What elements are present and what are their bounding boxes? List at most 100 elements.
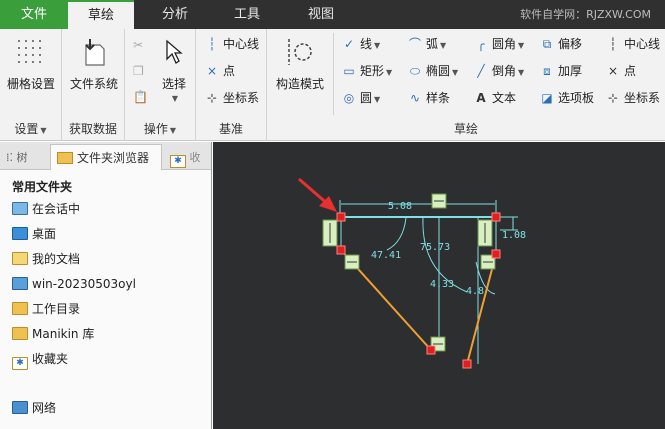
circle-icon: ◎ xyxy=(343,91,355,105)
dimension-text: 5.08 xyxy=(388,201,412,212)
list-item[interactable]: 我的文档 xyxy=(12,249,80,269)
tab-model-tree[interactable]: ⁞⁚ 树 xyxy=(6,144,46,170)
construction-mode-icon xyxy=(283,35,317,69)
spline-icon: ∿ xyxy=(409,91,421,105)
file-system-button[interactable]: 文件系统 xyxy=(64,35,124,92)
menu-bar: 文件 草绘 分析 工具 视图 软件自学网：RJZXW.COM xyxy=(0,0,665,29)
operations-group-label[interactable]: 操作 ▼ xyxy=(125,120,195,137)
line-icon: ✓ xyxy=(343,37,355,51)
dimension-text: 4.8 xyxy=(466,286,484,297)
datum-point-button[interactable]: × 点 xyxy=(204,61,235,81)
datum-group-label: 基准 xyxy=(218,122,243,136)
arc-icon: ⌒ xyxy=(408,37,421,51)
coordinate-system-icon: ⊹ xyxy=(206,91,218,105)
common-folders-title: 常用文件夹 xyxy=(12,180,73,194)
group-operations: ✂ ❐ 📋 选择 ▼ 操作 ▼ xyxy=(125,29,196,141)
tab-favorites[interactable]: ✱ 收 xyxy=(166,144,208,170)
select-button[interactable]: 选择 ▼ xyxy=(155,35,193,103)
settings-group-label[interactable]: 设置 ▼ xyxy=(0,120,61,137)
centerline-icon: ┆ xyxy=(208,37,216,51)
ellipse-button[interactable]: ⬭ 椭圆 ▼ xyxy=(407,61,458,81)
text-icon: A xyxy=(476,91,486,105)
watermark: 软件自学网：RJZXW.COM xyxy=(520,8,651,21)
rectangle-button[interactable]: ▭ 矩形 ▼ xyxy=(341,61,392,81)
circle-button[interactable]: ◎ 圆 ▼ xyxy=(341,88,380,108)
divider xyxy=(333,33,334,115)
folder-browser-icon xyxy=(57,152,73,164)
thicken-button[interactable]: ⧈ 加厚 xyxy=(539,61,582,81)
copy-icon[interactable]: ❐ xyxy=(133,61,144,81)
dimension-text: 1.08 xyxy=(502,230,526,241)
list-item-network[interactable]: 网络 xyxy=(12,398,56,418)
tab-file[interactable]: 文件 xyxy=(0,0,68,29)
cut-icon[interactable]: ✂ xyxy=(133,35,143,55)
get-data-group-label: 获取数据 xyxy=(68,122,117,136)
chamfer-icon: ╱ xyxy=(477,64,485,78)
grid-settings-button[interactable]: 栅格设置 xyxy=(2,35,60,92)
select-label: 选择 xyxy=(161,77,186,91)
thicken-icon: ⧈ xyxy=(543,64,551,78)
dimension-texts[interactable]: 5.08 47.41 75.73 4.33 4.8 1.08 xyxy=(371,201,526,297)
folder-icon xyxy=(12,327,28,340)
monitor-icon xyxy=(12,202,28,215)
file-system-label: 文件系统 xyxy=(69,77,118,91)
list-item[interactable]: 桌面 xyxy=(12,224,56,244)
computer-icon xyxy=(12,277,28,290)
point-icon: × xyxy=(607,64,619,78)
dimension-text: 75.73 xyxy=(420,242,450,253)
fillet-button[interactable]: ╭ 圆角 ▼ xyxy=(473,34,524,54)
rectangle-icon: ▭ xyxy=(343,64,355,78)
sketch-point-button[interactable]: × 点 xyxy=(605,61,636,81)
annotation-arrow xyxy=(298,177,337,212)
group-sketch: 构造模式 ✓ 线 ▼ ▭ 矩形 ▼ ◎ 圆 ▼ ⌒ 弧 ▼ ⬭ 椭圆 ▼ ∿ 样条 ╭ 圆角 ▼ ╱ 倒角 ▼… xyxy=(267,29,665,141)
folder-browser-panel: ⁞⁚ 树 文件夹浏览器 ✱ 收 常用文件夹 在会话中 桌面 我的文档 win-2… xyxy=(0,142,212,429)
list-item[interactable]: ✱ 收藏夹 xyxy=(12,349,68,370)
tab-analysis[interactable]: 分析 xyxy=(142,0,208,29)
spline-button[interactable]: ∿ 样条 xyxy=(407,88,450,108)
offset-button[interactable]: ⧉ 偏移 xyxy=(539,34,582,54)
datum-centerline-button[interactable]: ┆ 中心线 xyxy=(204,34,259,54)
offset-icon: ⧉ xyxy=(542,37,552,51)
coordinate-system-icon: ⊹ xyxy=(607,91,619,105)
list-item[interactable]: 在会话中 xyxy=(12,199,80,219)
tab-folder-browser[interactable]: 文件夹浏览器 xyxy=(50,144,162,170)
list-item[interactable]: win-20230503oyl xyxy=(12,274,136,294)
text-button[interactable]: A 文本 xyxy=(473,88,516,108)
network-icon xyxy=(12,401,28,414)
sketch-centerline-button[interactable]: ┆ 中心线 xyxy=(605,34,660,54)
dimension-text: 47.41 xyxy=(371,250,401,261)
dimension-text: 4.33 xyxy=(430,279,454,290)
line-button[interactable]: ✓ 线 ▼ xyxy=(341,34,380,54)
arc-button[interactable]: ⌒ 弧 ▼ xyxy=(407,34,446,54)
desktop-icon xyxy=(12,227,28,240)
datum-coordsys-button[interactable]: ⊹ 坐标系 xyxy=(204,88,259,108)
chevron-down-icon[interactable]: ▼ xyxy=(157,94,193,103)
grid-icon xyxy=(14,35,48,69)
point-icon: × xyxy=(206,64,218,78)
sketch-coordsys-button[interactable]: ⊹ 坐标系 xyxy=(605,88,660,108)
palette-button[interactable]: ◪ 选项板 xyxy=(539,88,594,108)
chamfer-button[interactable]: ╱ 倒角 ▼ xyxy=(473,61,524,81)
construction-mode-label: 构造模式 xyxy=(275,77,324,91)
panel-tabs: ⁞⁚ 树 文件夹浏览器 ✱ 收 xyxy=(0,142,211,170)
sketch-group-label: 草绘 xyxy=(453,122,478,136)
construction-mode-button[interactable]: 构造模式 xyxy=(271,35,329,92)
tab-sketch[interactable]: 草绘 xyxy=(68,0,134,29)
grid-settings-label: 栅格设置 xyxy=(6,77,55,91)
fillet-icon: ╭ xyxy=(477,37,485,51)
tab-view[interactable]: 视图 xyxy=(288,0,354,29)
list-item[interactable]: 工作目录 xyxy=(12,299,80,319)
sketch-drawing[interactable]: 5.08 47.41 75.73 4.33 4.8 1.08 xyxy=(213,142,665,429)
group-get-data: 文件系统 获取数据 xyxy=(62,29,125,141)
right-slant-line[interactable] xyxy=(466,253,497,365)
ellipse-icon: ⬭ xyxy=(409,64,421,78)
sketch-canvas[interactable]: 5.08 47.41 75.73 4.33 4.8 1.08 xyxy=(213,142,665,429)
group-settings: 栅格设置 设置 ▼ xyxy=(0,29,62,141)
tab-tools[interactable]: 工具 xyxy=(214,0,280,29)
list-item[interactable]: Manikin 库 xyxy=(12,324,94,344)
ribbon: 栅格设置 设置 ▼ 文件系统 获取数据 ✂ ❐ 📋 选择 ▼ 操作 ▼ ┆ 中心… xyxy=(0,29,665,141)
cursor-icon xyxy=(157,35,191,69)
folder-icon xyxy=(12,302,28,315)
paste-icon[interactable]: 📋 xyxy=(133,87,148,107)
favorites-icon: ✱ xyxy=(170,155,186,168)
